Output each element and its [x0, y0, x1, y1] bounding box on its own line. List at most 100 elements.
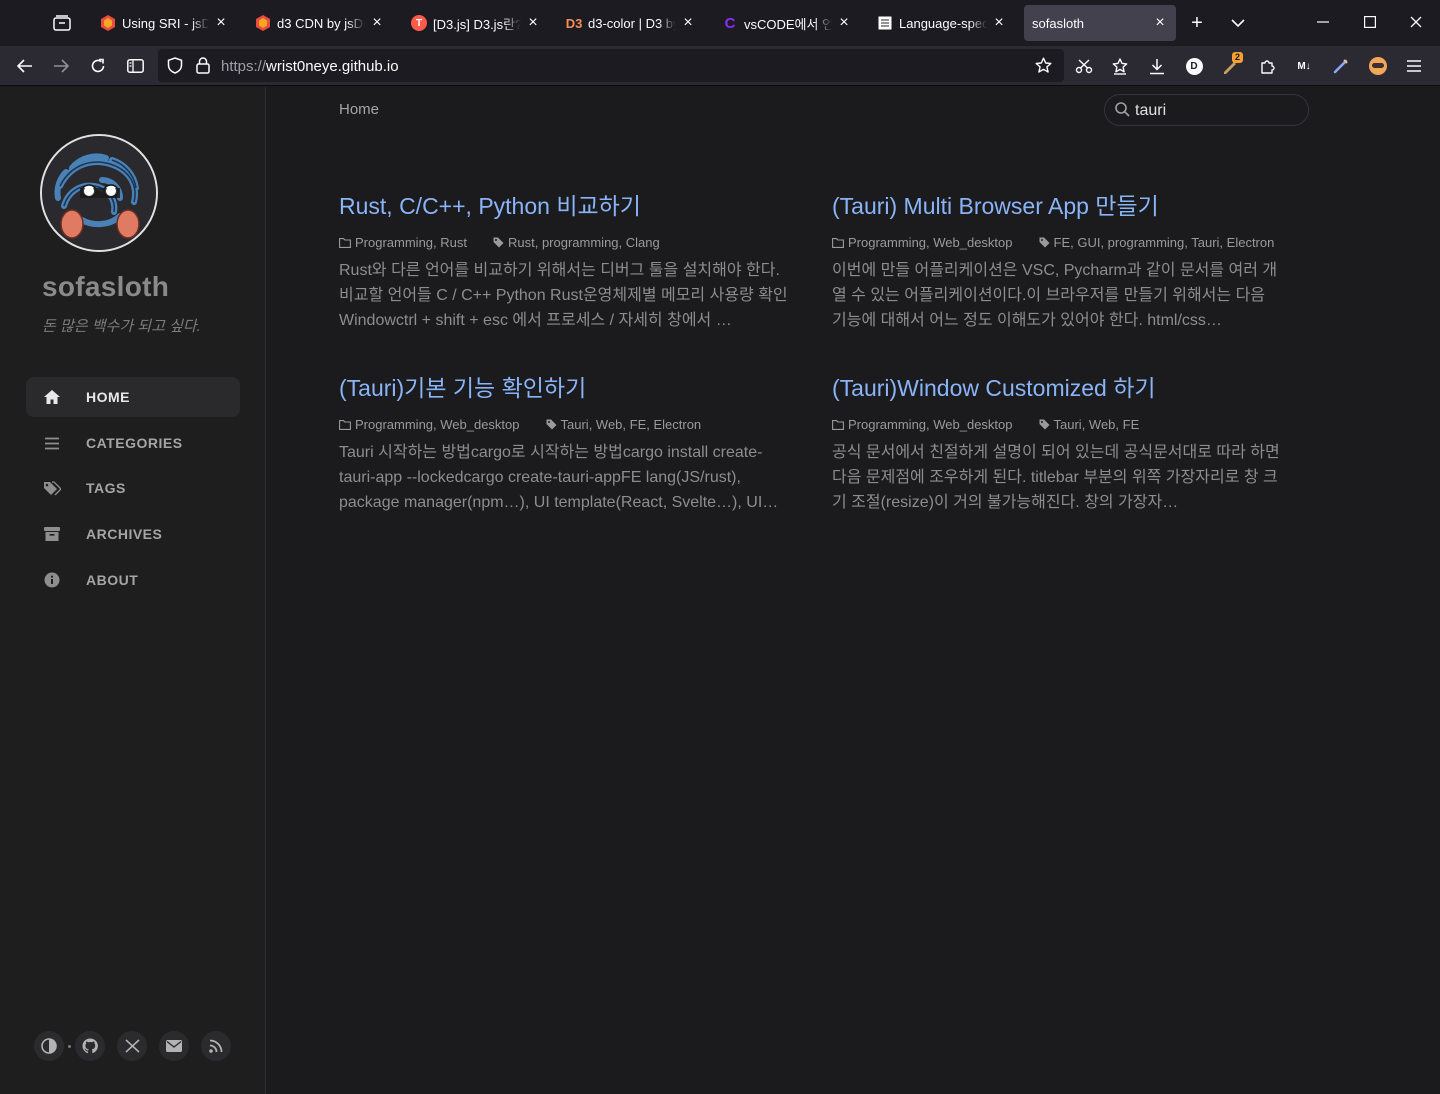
sidebar-item-label: HOME — [86, 389, 130, 405]
sidebar: sofasloth 돈 많은 백수가 되고 싶다. HOME CATEGORIE… — [0, 87, 266, 1094]
breadcrumb[interactable]: Home — [339, 101, 379, 118]
velog-icon: C — [724, 14, 736, 32]
hamburger-menu-icon — [1407, 60, 1421, 72]
avatar[interactable] — [40, 134, 158, 252]
sidebar-toggle-button[interactable] — [119, 50, 151, 82]
bookmarks-button[interactable] — [1104, 50, 1136, 82]
tag-icon — [546, 419, 557, 430]
d3-icon: D3 — [565, 15, 583, 31]
tab-sofasloth[interactable]: sofasloth × — [1024, 5, 1176, 41]
close-tab-icon[interactable]: × — [680, 14, 696, 32]
chevron-down-icon — [1231, 19, 1245, 28]
tab-d3-color[interactable]: D3 d3-color | D3 by Observable × — [558, 5, 704, 41]
theme-toggle-icon — [41, 1038, 57, 1054]
pen-extension-button[interactable] — [1325, 50, 1357, 82]
list-icon — [42, 437, 62, 450]
sidebar-item-label: ARCHIVES — [86, 526, 163, 542]
lock-icon[interactable] — [196, 57, 210, 79]
extensions-button[interactable] — [1252, 50, 1284, 82]
close-tab-icon[interactable]: × — [525, 14, 541, 32]
markdown-extension-button[interactable]: M↓ — [1288, 50, 1320, 82]
tab-language-specific[interactable]: Language-specific × — [869, 5, 1015, 41]
reload-button[interactable] — [82, 50, 114, 82]
minimize-button[interactable] — [1300, 0, 1346, 44]
forward-button[interactable] — [45, 50, 77, 82]
sidebar-item-about[interactable]: ABOUT — [26, 560, 240, 600]
post-meta: Programming, Web_desktop Tauri, Web, FE — [832, 417, 1282, 432]
search-result-card[interactable]: (Tauri) Multi Browser App 만들기 Programmin… — [832, 187, 1282, 333]
site-title[interactable]: sofasloth — [42, 271, 169, 303]
url-host: wrist0neye.github.io — [266, 58, 399, 75]
firefox-view-icon[interactable] — [44, 6, 80, 40]
search-input[interactable] — [1135, 99, 1300, 123]
folder-icon — [339, 237, 351, 248]
tab-title: vsCODE에서 언어 — [744, 16, 832, 32]
new-tab-button[interactable]: + — [1180, 6, 1214, 40]
shield-icon[interactable] — [167, 57, 183, 79]
back-button[interactable] — [9, 50, 41, 82]
search-box[interactable] — [1104, 94, 1309, 126]
avatar-extension-icon — [1369, 57, 1387, 75]
search-result-card[interactable]: Rust, C/C++, Python 비교하기 Programming, Ru… — [339, 187, 789, 333]
archive-icon — [42, 526, 62, 542]
browser-tab-bar: Using SRI - jsDelivr × d3 CDN by jsDeliv… — [0, 0, 1440, 46]
x-twitter-link[interactable] — [117, 1031, 147, 1061]
post-title-link[interactable]: (Tauri) Multi Browser App 만들기 — [832, 187, 1282, 221]
puzzle-icon — [1261, 60, 1275, 74]
post-meta: Programming, Web_desktop Tauri, Web, FE,… — [339, 417, 789, 432]
page-content: sofasloth 돈 많은 백수가 되고 싶다. HOME CATEGORIE… — [0, 87, 1440, 1094]
post-excerpt: Rust와 다른 언어를 비교하기 위해서는 디버그 툴을 설치해야 한다.비교… — [339, 262, 788, 329]
github-icon — [82, 1038, 98, 1054]
close-tab-icon[interactable]: × — [213, 14, 229, 32]
rss-link[interactable] — [201, 1031, 231, 1061]
screenshot-button[interactable] — [1068, 50, 1100, 82]
post-title-link[interactable]: Rust, C/C++, Python 비교하기 — [339, 187, 789, 221]
email-link[interactable] — [159, 1031, 189, 1061]
sidebar-icon — [126, 59, 144, 73]
close-tab-icon[interactable]: × — [369, 14, 385, 32]
bookmark-star-icon[interactable] — [1035, 57, 1052, 79]
app-menu-button[interactable] — [1398, 50, 1430, 82]
tab-title: sofasloth — [1032, 15, 1085, 31]
post-meta: Programming, Rust Rust, programming, Cla… — [339, 235, 789, 250]
folder-icon — [832, 237, 844, 248]
extension-d-button[interactable]: D — [1178, 50, 1210, 82]
account-extension-button[interactable] — [1362, 50, 1394, 82]
categories-text: Programming, Web_desktop — [848, 417, 1013, 432]
close-tab-icon[interactable]: × — [991, 14, 1007, 32]
close-window-button[interactable] — [1393, 0, 1439, 44]
site-subtitle: 돈 많은 백수가 되고 싶다. — [42, 318, 201, 335]
categories-text: Programming, Web_desktop — [355, 417, 520, 432]
jsdelivr-icon — [100, 15, 116, 31]
sidebar-item-home[interactable]: HOME — [26, 377, 240, 417]
tab-jsdelivr-sri[interactable]: Using SRI - jsDelivr × — [92, 5, 237, 41]
downloads-button[interactable] — [1141, 50, 1173, 82]
close-tab-icon[interactable]: × — [836, 14, 852, 32]
tags-text: Tauri, Web, FE, Electron — [560, 417, 702, 432]
tag-icon — [493, 237, 504, 248]
sidebar-item-archives[interactable]: ARCHIVES — [26, 514, 240, 554]
post-categories: Programming, Web_desktop — [339, 417, 520, 432]
maximize-button[interactable] — [1347, 0, 1393, 44]
download-icon — [1150, 58, 1164, 74]
tab-d3js-tistory[interactable]: T [D3.js] D3.js란? — × — [403, 5, 549, 41]
tab-title: Language-specific — [899, 15, 987, 31]
info-icon — [42, 572, 62, 588]
close-tab-icon[interactable]: × — [1152, 14, 1168, 32]
url-bar[interactable]: https://wrist0neye.github.io — [158, 49, 1064, 82]
search-result-card[interactable]: (Tauri)Window Customized 하기 Programming,… — [832, 369, 1282, 515]
theme-toggle-button[interactable] — [34, 1031, 64, 1061]
search-result-card[interactable]: (Tauri)기본 기능 확인하기 Programming, Web_deskt… — [339, 369, 789, 515]
url-text[interactable]: https://wrist0neye.github.io — [221, 58, 399, 75]
tab-d3-cdn[interactable]: d3 CDN by jsDelivr × — [247, 5, 393, 41]
sidebar-item-categories[interactable]: CATEGORIES — [26, 423, 240, 463]
post-title-link[interactable]: (Tauri)기본 기능 확인하기 — [339, 369, 789, 403]
github-link[interactable] — [75, 1031, 105, 1061]
sidebar-item-tags[interactable]: TAGS — [26, 468, 240, 508]
post-categories: Programming, Web_desktop — [832, 235, 1013, 250]
post-title-link[interactable]: (Tauri)Window Customized 하기 — [832, 369, 1282, 403]
list-all-tabs-button[interactable] — [1221, 6, 1255, 40]
tags-text: Rust, programming, Clang — [507, 235, 660, 250]
extension-notifier-button[interactable]: 2 — [1215, 50, 1247, 82]
tab-vscode-language[interactable]: C vsCODE에서 언어 × — [714, 5, 860, 41]
